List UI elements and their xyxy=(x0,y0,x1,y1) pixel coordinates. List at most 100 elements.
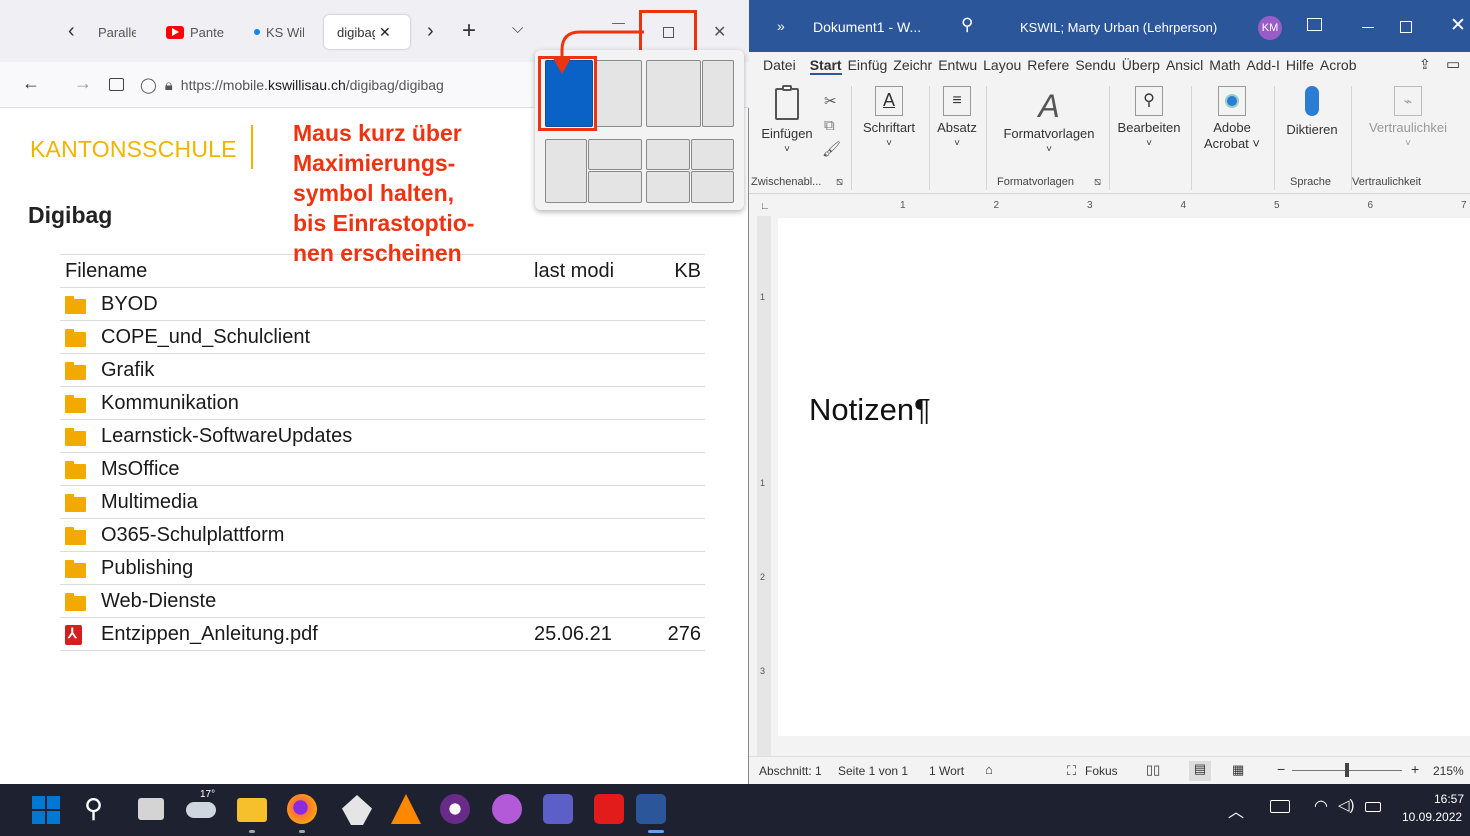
folder-name[interactable]: Grafik xyxy=(101,359,154,382)
forward-icon[interactable]: → xyxy=(74,73,92,94)
folder-name[interactable]: MsOffice xyxy=(101,458,180,481)
zoom-out-icon[interactable]: − xyxy=(1277,761,1285,777)
ribbon-tab-9[interactable]: Ansicl xyxy=(1166,57,1203,75)
vlc-icon[interactable] xyxy=(391,794,421,824)
firefox-icon[interactable] xyxy=(287,794,317,824)
print-layout-icon[interactable]: ▤ xyxy=(1189,761,1211,781)
table-row[interactable]: Learnstick-SoftwareUpdates xyxy=(60,420,705,453)
task-view-icon[interactable] xyxy=(138,798,164,820)
itunes-icon[interactable] xyxy=(492,794,522,824)
paragraph-button[interactable]: ≡ Absatz ˅ xyxy=(933,86,981,152)
teams-icon[interactable] xyxy=(543,794,573,824)
zoom-level[interactable]: 215% xyxy=(1433,764,1464,778)
wifi-icon[interactable]: ◠ xyxy=(1314,796,1328,816)
snap-zone-top-right[interactable] xyxy=(588,139,642,170)
focus-mode-button[interactable]: Fokus xyxy=(1085,764,1118,778)
new-tab-icon[interactable]: + xyxy=(462,17,476,45)
table-row[interactable]: Kommunikation xyxy=(60,387,705,420)
folder-name[interactable]: BYOD xyxy=(101,293,158,316)
chevron-up-icon[interactable]: ︿ xyxy=(1228,798,1244,822)
tab-pantera[interactable]: Pante xyxy=(158,17,228,47)
snap-zone-narrow-right[interactable] xyxy=(702,60,734,127)
ribbon-tab-13[interactable]: Acrob xyxy=(1320,57,1357,75)
ribbon-tab-5[interactable]: Layou xyxy=(983,57,1021,75)
ribbon-display-icon[interactable] xyxy=(1307,18,1322,31)
table-row[interactable]: BYOD xyxy=(60,288,705,321)
file-explorer-icon[interactable] xyxy=(237,798,267,822)
ribbon-tab-12[interactable]: Hilfe xyxy=(1286,57,1314,75)
document-text[interactable]: Notizen¶ xyxy=(809,392,931,428)
ribbon-tab-1[interactable]: Start xyxy=(809,57,842,75)
reader-view-icon[interactable] xyxy=(109,78,124,91)
snap-zone-quad-2[interactable] xyxy=(691,139,734,170)
ribbon-tab-11[interactable]: Add-I xyxy=(1246,57,1279,75)
search-icon[interactable]: ⚲ xyxy=(961,15,973,35)
font-button[interactable]: A Schriftart ˅ xyxy=(857,86,921,152)
close-window-icon[interactable]: ✕ xyxy=(713,22,726,42)
adobe-acrobat-button[interactable]: Adobe Acrobat ˅ xyxy=(1195,86,1269,152)
copy-icon[interactable]: ⧉ xyxy=(824,117,835,134)
folder-name[interactable]: Publishing xyxy=(101,557,193,580)
folder-name[interactable]: Kommunikation xyxy=(101,392,239,415)
zoom-in-icon[interactable]: + xyxy=(1411,761,1419,777)
snap-zone-quad-1[interactable] xyxy=(646,139,690,170)
weather-icon[interactable] xyxy=(186,802,216,818)
word-icon[interactable] xyxy=(636,794,666,824)
table-row[interactable]: O365-Schulplattform xyxy=(60,519,705,552)
folder-name[interactable]: COPE_und_Schulclient xyxy=(101,326,310,349)
site-brand[interactable]: KANTONSSCHULE xyxy=(30,136,237,163)
tab-selector-icon[interactable]: ∟ xyxy=(760,201,770,212)
tab-digibag[interactable]: digibag ✕ xyxy=(324,15,410,49)
close-tab-icon[interactable]: ✕ xyxy=(379,24,391,41)
avatar[interactable]: KM xyxy=(1258,16,1282,40)
dictate-button[interactable]: Diktieren xyxy=(1278,86,1346,138)
ribbon-tab-6[interactable]: Refere xyxy=(1027,57,1069,75)
table-row[interactable]: Publishing xyxy=(60,552,705,585)
url-field[interactable]: ◯ 🔒︎ https://mobile. kswillisau.ch/digiba… xyxy=(140,67,534,103)
zoom-slider-thumb[interactable] xyxy=(1345,763,1349,777)
table-row[interactable]: Multimedia xyxy=(60,486,705,519)
table-row[interactable]: Entzippen_Anleitung.pdf 25.06.21 276 xyxy=(60,618,705,651)
minimize-icon[interactable] xyxy=(1362,27,1374,28)
obs-icon[interactable] xyxy=(440,794,470,824)
ribbon-tab-10[interactable]: Math xyxy=(1209,57,1240,75)
acrobat-icon[interactable] xyxy=(594,794,624,824)
qat-chevron-icon[interactable]: » xyxy=(777,18,785,34)
cut-icon[interactable]: ✂︎ xyxy=(824,92,837,110)
status-section[interactable]: Abschnitt: 1 xyxy=(759,764,822,778)
comments-icon[interactable]: ▭ xyxy=(1446,55,1460,73)
clock-date[interactable]: 10.09.2022 xyxy=(1402,810,1462,824)
ribbon-tab-7[interactable]: Sendu xyxy=(1075,57,1115,75)
proofing-icon[interactable]: ⌂ xyxy=(985,762,993,777)
folder-name[interactable]: O365-Schulplattform xyxy=(101,524,284,547)
inkscape-icon[interactable] xyxy=(342,795,372,825)
tab-parallels[interactable]: Paralle xyxy=(90,17,136,47)
maximize-icon[interactable] xyxy=(1400,21,1412,33)
document-page[interactable]: Notizen¶ xyxy=(778,218,1470,736)
back-icon[interactable]: ← xyxy=(22,73,40,94)
column-kb[interactable]: KB xyxy=(674,260,701,283)
status-page[interactable]: Seite 1 von 1 xyxy=(838,764,908,778)
vertical-ruler[interactable]: 1 1 2 3 xyxy=(757,216,771,756)
tab-scroll-left-icon[interactable]: ‹ xyxy=(68,20,75,43)
column-last-modified[interactable]: last modi xyxy=(534,260,614,283)
close-window-icon[interactable]: ✕ xyxy=(1450,14,1466,37)
file-name[interactable]: Entzippen_Anleitung.pdf xyxy=(101,623,318,646)
read-mode-icon[interactable]: ▯▯ xyxy=(1146,762,1160,778)
table-row[interactable]: Web-Dienste xyxy=(60,585,705,618)
ribbon-tab-4[interactable]: Entwu xyxy=(938,57,977,75)
folder-name[interactable]: Multimedia xyxy=(101,491,198,514)
ribbon-tab-8[interactable]: Überp xyxy=(1122,57,1160,75)
folder-name[interactable]: Web-Dienste xyxy=(101,590,216,613)
table-row[interactable]: COPE_und_Schulclient xyxy=(60,321,705,354)
status-words[interactable]: 1 Wort xyxy=(929,764,964,778)
column-filename[interactable]: Filename xyxy=(65,260,147,283)
battery-icon[interactable] xyxy=(1365,802,1381,812)
styles-button[interactable]: A Formatvorlagen ˅ xyxy=(994,86,1104,158)
web-layout-icon[interactable]: ▦ xyxy=(1232,762,1244,778)
snap-zone-bottom-right[interactable] xyxy=(588,171,642,203)
keyboard-icon[interactable] xyxy=(1270,800,1290,813)
search-icon[interactable]: ⚲ xyxy=(84,793,103,824)
ribbon-tab-0[interactable]: Datei xyxy=(763,57,796,75)
tab-scroll-right-icon[interactable]: › xyxy=(427,20,434,43)
